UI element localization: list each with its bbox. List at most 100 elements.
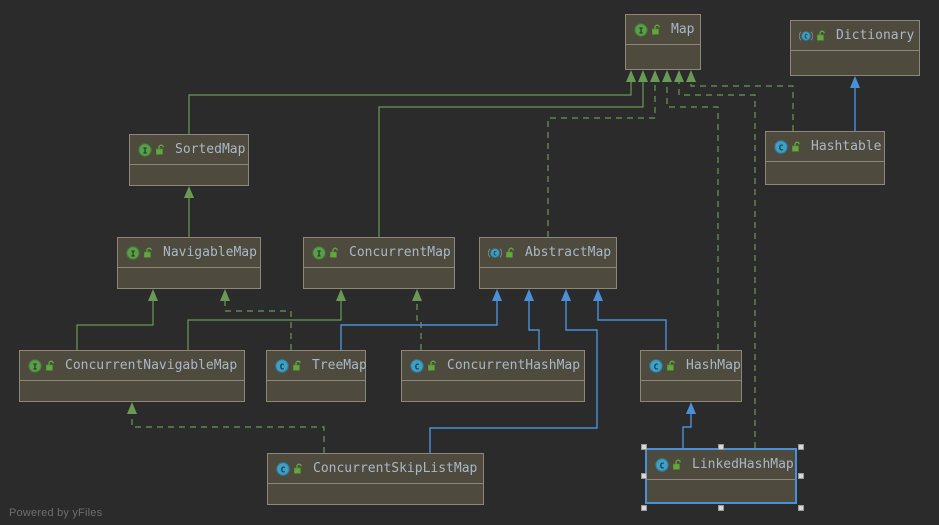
edges-to-navigablemap [76,289,292,350]
edges-to-sortedmap [184,186,194,237]
svg-text:I: I [143,146,148,155]
node-header: C ConcurrentHashMap [402,351,584,381]
class-node-map[interactable]: I Map [625,14,701,70]
node-header: C LinkedHashMap [647,450,795,480]
svg-text:C: C [660,461,665,470]
public-lock-icon [816,30,825,41]
class-node-navigablemap[interactable]: I NavigableMap [117,237,261,289]
node-header: C TreeMap [267,351,367,381]
selection-handle-6[interactable] [718,505,724,511]
public-lock-icon [427,360,436,371]
class-icon: C [774,139,788,154]
svg-text:C: C [804,33,808,40]
node-body [304,268,454,288]
node-body [480,268,616,288]
class-node-sortedmap[interactable]: I SortedMap [129,134,249,186]
class-node-abstractmap[interactable]: C AbstractMap [479,237,617,289]
interface-icon: I [28,358,42,373]
abstract-class-icon: C [488,247,502,258]
class-node-treemap[interactable]: C TreeMap [266,350,367,402]
node-header: C AbstractMap [480,238,616,268]
class-icon: C [649,358,663,373]
class-node-dictionary[interactable]: C Dictionary [790,20,920,76]
node-body [20,381,244,401]
selection-handle-4[interactable] [798,473,804,479]
node-label: ConcurrentNavigableMap [65,358,238,373]
selection-handle-0[interactable] [641,444,647,450]
class-node-hashtable[interactable]: C Hashtable [765,131,885,185]
yfiles-watermark: Powered by yFiles [9,507,103,519]
node-label: AbstractMap [525,245,612,260]
node-label: LinkedHashMap [692,457,794,472]
public-lock-icon [791,141,800,152]
edges-to-hashmap [682,402,696,448]
selection-handle-7[interactable] [798,505,804,511]
node-header: C Hashtable [766,132,884,162]
node-label: ConcurrentHashMap [447,358,581,373]
class-icon: C [410,358,424,373]
class-icon: C [276,461,290,476]
node-body [268,484,483,504]
svg-text:I: I [639,26,644,35]
node-header: C HashMap [641,351,741,381]
selection-handle-2[interactable] [798,444,804,450]
selection-handle-1[interactable] [718,444,724,450]
svg-text:C: C [654,362,659,371]
public-lock-icon [143,247,152,258]
class-node-concurrentnavigablemap[interactable]: I ConcurrentNavigableMap [19,350,245,402]
interface-icon: I [634,22,648,37]
public-lock-icon [155,144,164,155]
public-lock-icon [293,463,302,474]
node-label: TreeMap [312,358,367,373]
selection-handle-3[interactable] [641,473,647,479]
public-lock-icon [292,360,301,371]
svg-text:I: I [33,362,38,371]
node-header: I Map [626,15,700,45]
class-node-linkedhashmap[interactable]: C LinkedHashMap [645,448,797,504]
svg-text:C: C [280,362,285,371]
class-node-concurrenthashmap[interactable]: C ConcurrentHashMap [401,350,585,402]
node-body [641,381,741,401]
interface-icon: I [312,245,326,260]
node-header: I ConcurrentMap [304,238,454,268]
svg-text:I: I [317,249,322,258]
class-node-concurrentskiplistmap[interactable]: C ConcurrentSkipListMap [267,453,484,505]
node-body [766,162,884,184]
interface-icon: I [138,142,152,157]
node-header: I NavigableMap [118,238,260,268]
node-header: C Dictionary [791,21,919,51]
public-lock-icon [45,360,54,371]
public-lock-icon [666,360,675,371]
node-label: HashMap [686,358,741,373]
svg-text:C: C [281,465,286,474]
selection-handle-5[interactable] [641,505,647,511]
node-body [626,45,700,69]
node-body [791,51,919,75]
node-label: NavigableMap [163,245,257,260]
class-node-hashmap[interactable]: C HashMap [640,350,742,402]
node-body [130,165,248,185]
node-body [267,381,365,401]
public-lock-icon [672,459,681,470]
class-node-concurrentmap[interactable]: I ConcurrentMap [303,237,455,289]
svg-text:I: I [131,249,136,258]
edges-to-dictionary [850,76,860,131]
svg-text:C: C [415,362,420,371]
node-label: Dictionary [836,28,915,43]
svg-text:C: C [779,143,784,152]
svg-text:C: C [493,250,497,257]
edges-to-concurrentmap [187,289,422,350]
abstract-class-icon: C [799,30,813,41]
node-header: C ConcurrentSkipListMap [268,454,483,484]
public-lock-icon [505,247,514,258]
diagram-canvas[interactable]: I Map C Dictionary I SortedMap C Hashtable I Navi… [0,0,939,525]
interface-icon: I [126,245,140,260]
node-body [118,268,260,288]
public-lock-icon [329,247,338,258]
class-icon: C [275,358,289,373]
node-label: Map [671,22,695,37]
node-header: I ConcurrentNavigableMap [20,351,244,381]
public-lock-icon [651,24,660,35]
node-header: I SortedMap [130,135,248,165]
edges-to-concurrentnavigablemap [127,402,325,453]
